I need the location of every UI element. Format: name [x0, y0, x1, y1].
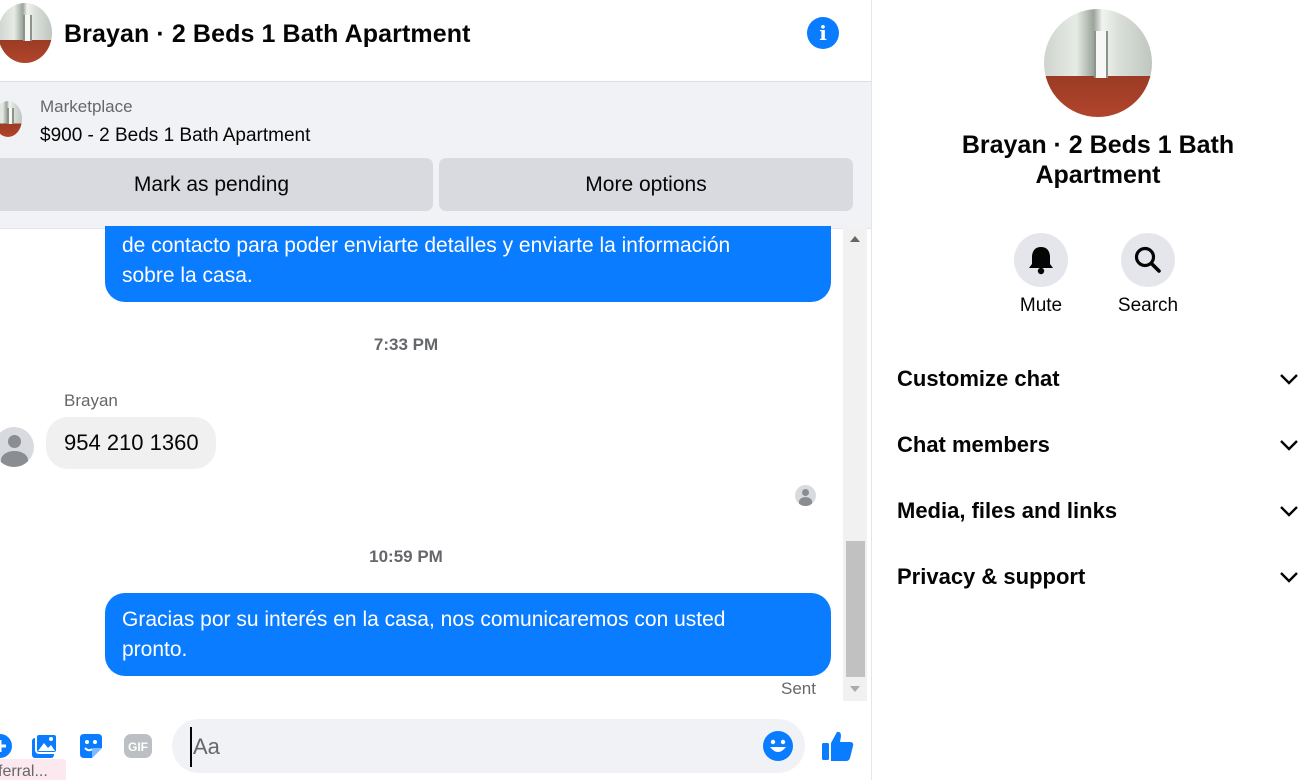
- more-actions-icon[interactable]: [0, 729, 17, 763]
- customize-chat-section[interactable]: Customize chat: [872, 349, 1312, 409]
- gif-label: GIF: [128, 740, 148, 754]
- emoji-icon[interactable]: [762, 730, 794, 762]
- outgoing-message[interactable]: Gracias por su interés en la casa, nos c…: [105, 593, 831, 676]
- scroll-down-arrow[interactable]: [843, 678, 867, 700]
- delivery-status: Sent: [781, 679, 816, 698]
- sticker-icon[interactable]: [74, 729, 108, 763]
- more-options-button[interactable]: More options: [439, 158, 853, 211]
- details-avatar[interactable]: [1044, 9, 1152, 117]
- scroll-up-arrow[interactable]: [843, 229, 867, 251]
- message-line: pronto.: [122, 638, 188, 661]
- message-timestamp: 7:33 PM: [373, 335, 439, 354]
- privacy-support-section[interactable]: Privacy & support: [872, 547, 1312, 607]
- details-title: Brayan · 2 Beds 1 Bath Apartment: [932, 130, 1264, 190]
- message-line: sobre la casa.: [122, 264, 253, 287]
- message-composer[interactable]: [172, 719, 805, 773]
- search-in-conversation-button[interactable]: [1121, 233, 1175, 287]
- chevron-down-icon: [1280, 374, 1298, 385]
- listing-source: Marketplace: [40, 97, 133, 116]
- sender-avatar[interactable]: [0, 427, 34, 467]
- marketplace-listing-bar: Marketplace $900 - 2 Beds 1 Bath Apartme…: [0, 81, 871, 229]
- info-icon[interactable]: i: [807, 17, 839, 49]
- message-line: Gracias por su interés en la casa, nos c…: [122, 608, 726, 631]
- conversation-details-pane: Brayan · 2 Beds 1 Bath Apartment Mute Se…: [872, 0, 1312, 780]
- message-timestamp: 10:59 PM: [369, 547, 443, 566]
- listing-title[interactable]: $900 - 2 Beds 1 Bath Apartment: [40, 125, 310, 147]
- search-icon: [1134, 246, 1161, 273]
- details-title-line: Brayan · 2 Beds 1 Bath: [961, 131, 1235, 159]
- thumbs-up-icon[interactable]: [820, 728, 856, 764]
- scrollbar-thumb[interactable]: [846, 541, 865, 677]
- chevron-down-icon: [1280, 572, 1298, 583]
- chat-pane: Brayan · 2 Beds 1 Bath Apartment i Marke…: [0, 0, 871, 780]
- section-label: Media, files and links: [897, 498, 1118, 523]
- photo-icon[interactable]: [27, 729, 61, 763]
- incoming-message[interactable]: 954 210 1360: [46, 417, 216, 469]
- chevron-down-icon: [1280, 506, 1298, 517]
- section-label: Chat members: [897, 432, 1050, 457]
- gif-icon[interactable]: GIF: [121, 729, 155, 763]
- section-label: Privacy & support: [897, 564, 1086, 589]
- bell-icon: [1029, 247, 1053, 275]
- message-input[interactable]: [190, 727, 755, 767]
- mute-button[interactable]: [1014, 233, 1068, 287]
- sender-name: Brayan: [64, 391, 118, 410]
- listing-thumbnail[interactable]: [0, 101, 22, 137]
- media-files-links-section[interactable]: Media, files and links: [872, 481, 1312, 541]
- chevron-down-icon: [1280, 440, 1298, 451]
- mark-as-pending-button[interactable]: Mark as pending: [0, 158, 433, 211]
- referral-tag: ferral...: [0, 759, 66, 780]
- section-label: Customize chat: [897, 366, 1060, 391]
- conversation-title[interactable]: Brayan · 2 Beds 1 Bath Apartment: [64, 20, 471, 49]
- conversation-avatar[interactable]: [0, 3, 52, 63]
- chat-members-section[interactable]: Chat members: [872, 415, 1312, 475]
- details-title-line: Apartment: [1035, 161, 1161, 189]
- outgoing-message[interactable]: de contacto para poder enviarte detalles…: [105, 226, 831, 302]
- search-label: Search: [1117, 295, 1179, 316]
- read-receipt-avatar: [795, 485, 816, 506]
- message-line: de contacto para poder enviarte detalles…: [122, 234, 731, 257]
- mute-label: Mute: [1019, 295, 1063, 316]
